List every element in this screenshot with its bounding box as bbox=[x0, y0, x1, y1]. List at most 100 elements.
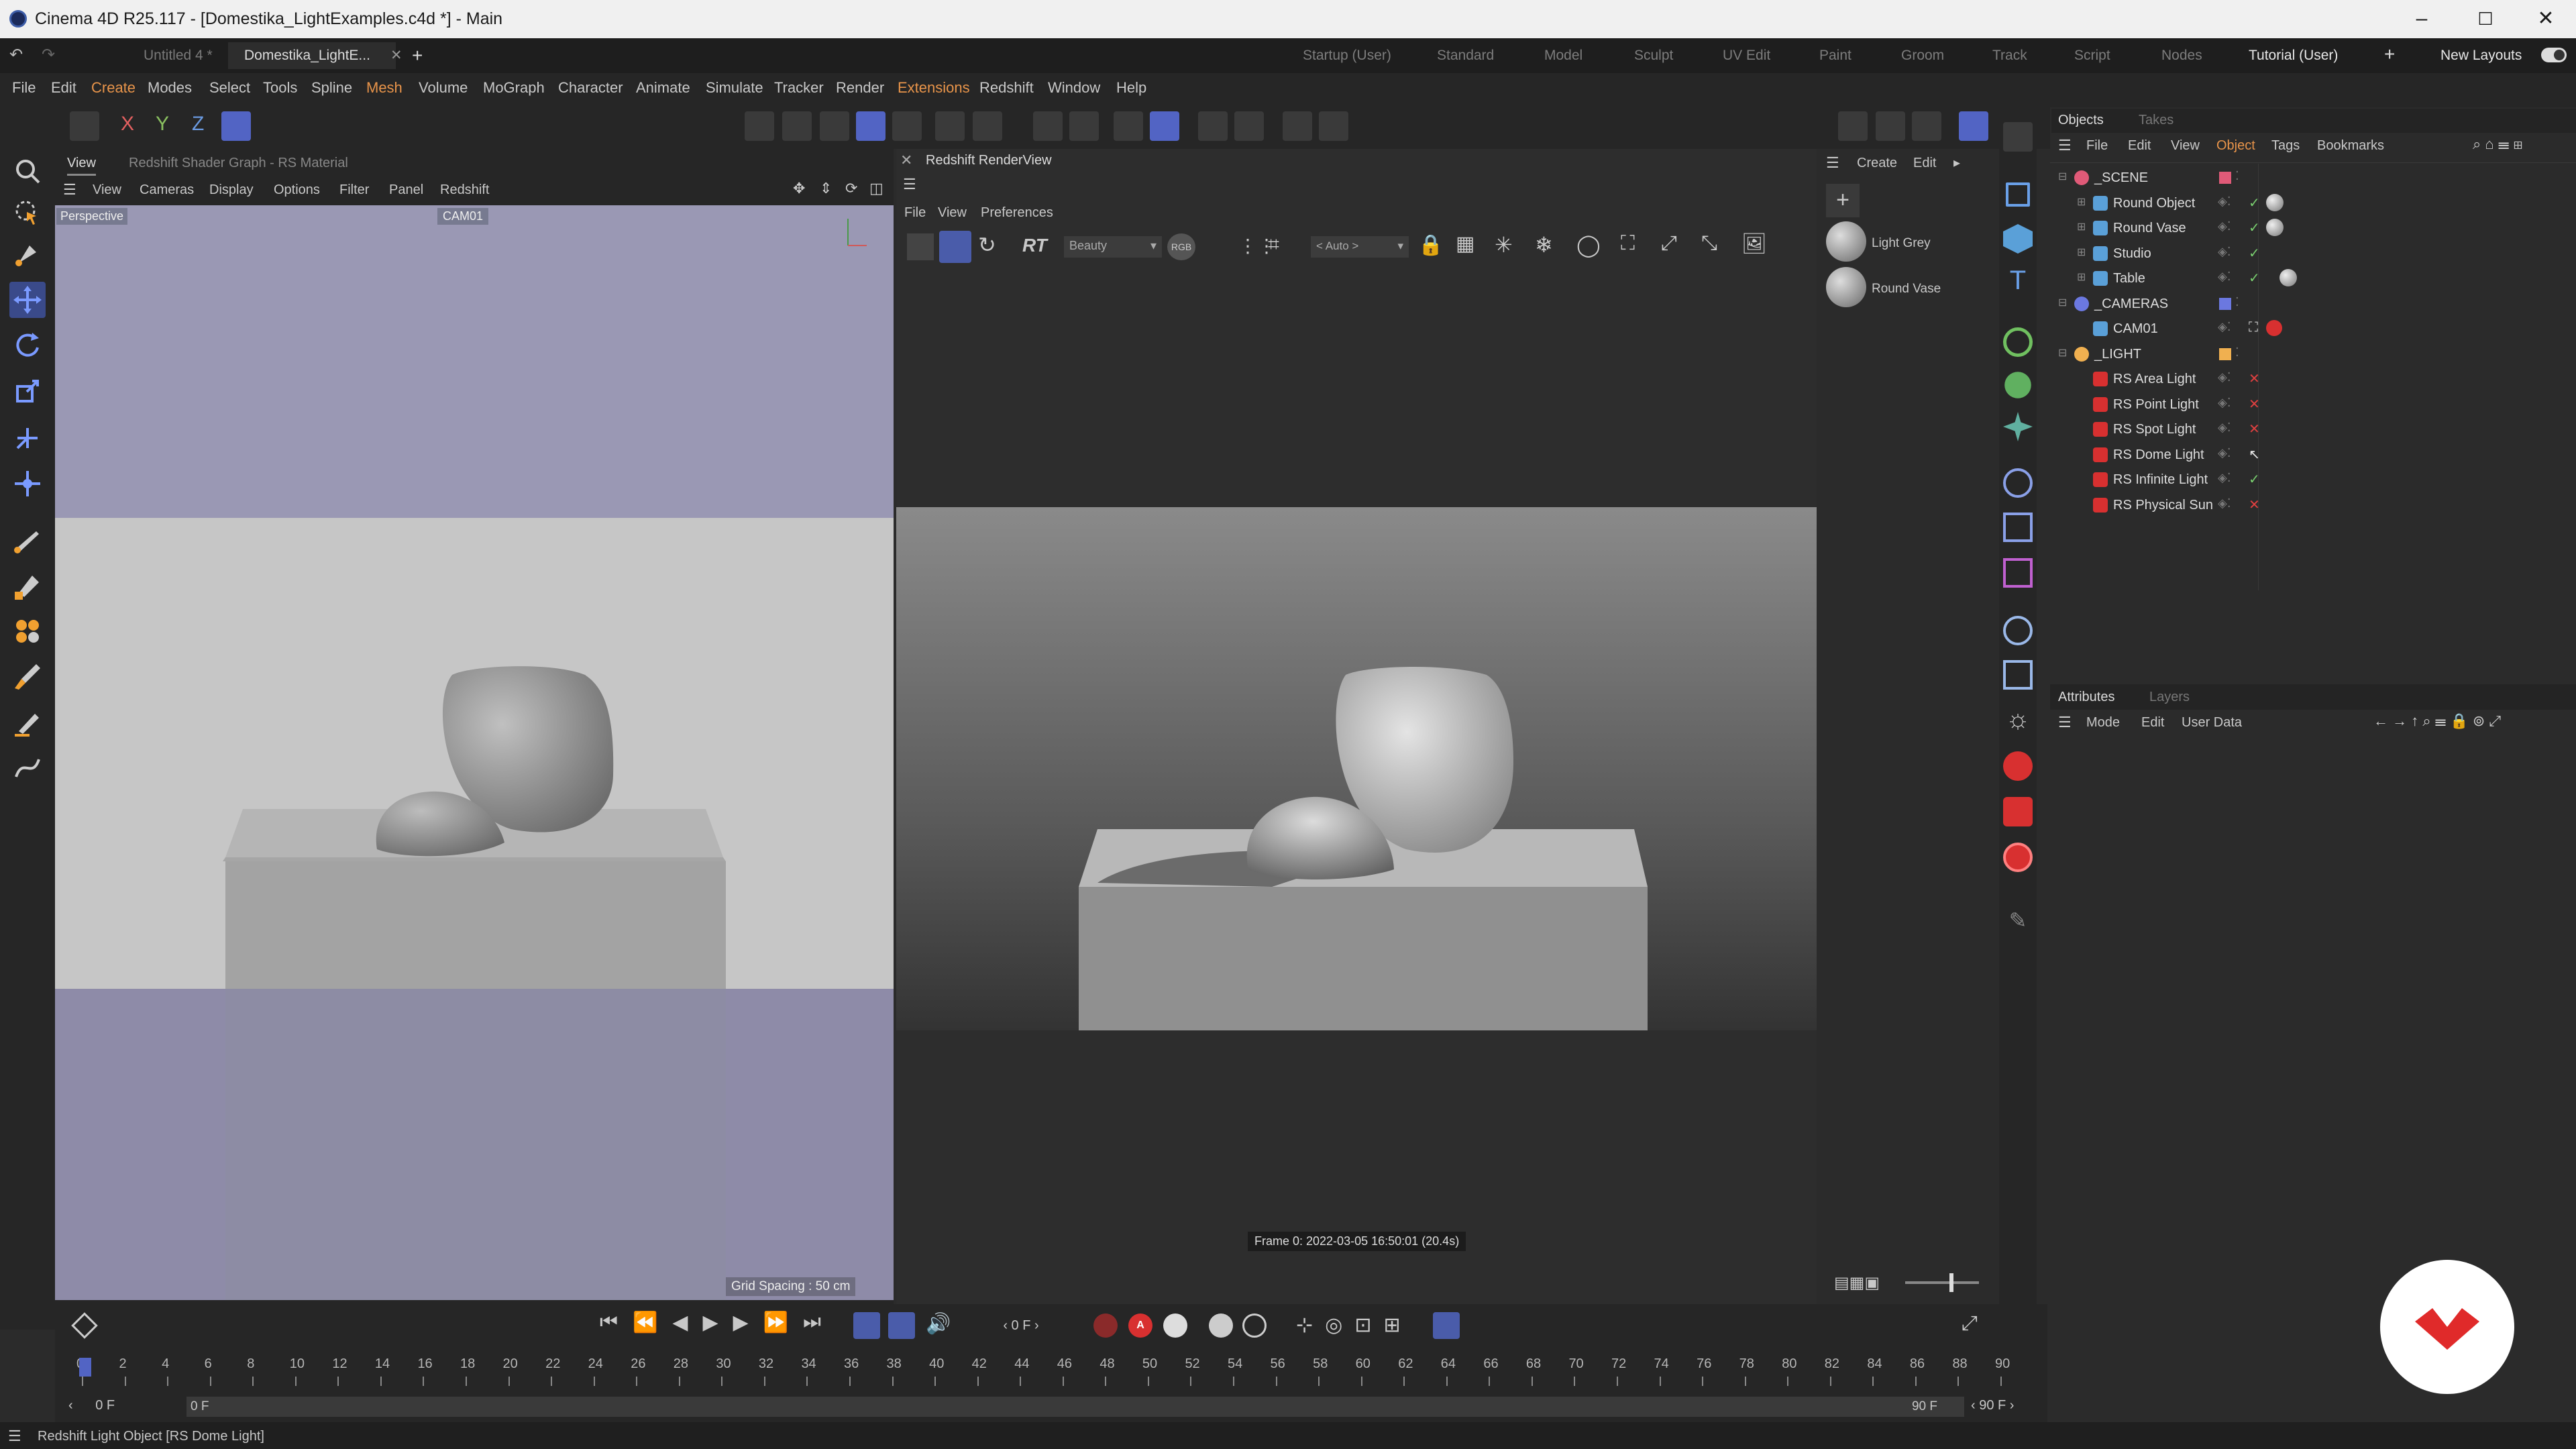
menu-edit[interactable]: Edit bbox=[51, 79, 76, 97]
menu-render[interactable]: Render bbox=[836, 79, 884, 97]
enabled-check-icon[interactable]: ✓ bbox=[2249, 245, 2260, 262]
close-tab-icon[interactable]: ✕ bbox=[390, 48, 402, 63]
visibility-dots-icon[interactable]: ◈⁚ bbox=[2218, 471, 2231, 485]
field-icon[interactable] bbox=[2003, 513, 2033, 542]
object-name[interactable]: _LIGHT bbox=[2094, 347, 2141, 362]
object-row[interactable]: ⊟ _SCENE ⁚ bbox=[2050, 165, 2576, 190]
axis-z-lock[interactable]: Z bbox=[192, 113, 204, 136]
material-light-grey-swatch[interactable] bbox=[1826, 221, 1866, 262]
visibility-dots-icon[interactable]: ◈⁚ bbox=[2218, 396, 2231, 410]
prev-key-icon[interactable]: ⏪ bbox=[633, 1311, 657, 1334]
material-light-grey-label[interactable]: Light Grey bbox=[1872, 236, 1931, 251]
material-menu-create[interactable]: Create bbox=[1857, 156, 1897, 171]
expand-toggle-icon[interactable]: ⊞ bbox=[2077, 220, 2086, 233]
mouse-cursor-icon[interactable]: ↖ bbox=[2249, 446, 2260, 463]
renderview-menu-preferences[interactable]: Preferences bbox=[981, 205, 1053, 221]
search-icon[interactable] bbox=[9, 153, 46, 189]
camera-icon[interactable] bbox=[2003, 660, 2033, 690]
object-menu-edit[interactable]: Edit bbox=[2128, 138, 2151, 154]
attribute-menu-mode[interactable]: Mode bbox=[2086, 715, 2120, 731]
visibility-dots-icon[interactable]: ◈⁚ bbox=[2218, 245, 2231, 259]
object-name[interactable]: Studio bbox=[2113, 246, 2151, 262]
model-mode-icon[interactable] bbox=[70, 111, 99, 141]
viewport-menu-icon[interactable]: ☰ bbox=[63, 181, 76, 199]
start-render-icon[interactable] bbox=[939, 231, 971, 263]
brush-tool-icon[interactable] bbox=[9, 659, 46, 695]
maximize-button[interactable]: ☐ bbox=[2472, 5, 2499, 32]
menu-simulate[interactable]: Simulate bbox=[706, 79, 763, 97]
layout-groom[interactable]: Groom bbox=[1901, 48, 1944, 64]
list-view-icon[interactable]: ▤▦▣ bbox=[1834, 1273, 1880, 1293]
auto-icon[interactable] bbox=[1319, 111, 1348, 141]
solo-icon[interactable] bbox=[1198, 111, 1228, 141]
visibility-dots-icon[interactable]: ⁚ bbox=[2235, 345, 2239, 360]
layout-tutorial[interactable]: Tutorial (User) bbox=[2249, 48, 2338, 64]
object-search-icon[interactable]: ⌕ ⌂ ☰ ⊞ bbox=[2473, 136, 2522, 153]
object-name[interactable]: RS Area Light bbox=[2113, 372, 2196, 387]
menu-animate[interactable]: Animate bbox=[636, 79, 690, 97]
axis-mode-icon[interactable] bbox=[935, 111, 965, 141]
layout-sculpt[interactable]: Sculpt bbox=[1634, 48, 1673, 64]
keyframe-selection-icon[interactable] bbox=[1163, 1313, 1187, 1338]
environment-icon[interactable] bbox=[2003, 616, 2033, 645]
record-icon[interactable] bbox=[1093, 1313, 1118, 1338]
viewport-menu-filter[interactable]: Filter bbox=[339, 182, 369, 198]
viewport-menu-options[interactable]: Options bbox=[274, 182, 320, 198]
undo-icon[interactable]: ↶ bbox=[9, 45, 23, 64]
menu-tracker[interactable]: Tracker bbox=[774, 79, 824, 97]
material-round-vase-label[interactable]: Round Vase bbox=[1872, 282, 1941, 297]
snap-icon[interactable] bbox=[1033, 111, 1063, 141]
enabled-check-icon[interactable]: ✓ bbox=[2249, 195, 2260, 211]
timeline-expand-icon[interactable]: ⤢ bbox=[1962, 1312, 1978, 1335]
coordinate-system-icon[interactable] bbox=[221, 111, 251, 141]
object-name[interactable]: RS Dome Light bbox=[2113, 447, 2204, 463]
object-row[interactable]: ⊞ Studio ◈⁚ ✓ bbox=[2050, 241, 2576, 266]
redshift-camera-icon[interactable] bbox=[2003, 797, 2033, 826]
layer-color-swatch[interactable] bbox=[2219, 172, 2231, 184]
current-frame-field[interactable]: ‹ 0 F › bbox=[974, 1313, 1068, 1338]
sound-wave-icon[interactable] bbox=[888, 1312, 915, 1339]
range-end-field[interactable]: ‹ 90 F › bbox=[1971, 1398, 2014, 1413]
zoom-slider[interactable] bbox=[1905, 1273, 1979, 1292]
object-name[interactable]: RS Point Light bbox=[2113, 397, 2199, 413]
material-menu-edit[interactable]: Edit bbox=[1913, 156, 1936, 171]
fullscreen-icon[interactable]: ⤢ bbox=[1661, 232, 1677, 255]
rt-toggle[interactable]: RT bbox=[1022, 235, 1047, 256]
select-tool-icon[interactable] bbox=[9, 195, 46, 231]
snap-settings-icon[interactable] bbox=[1069, 111, 1099, 141]
move-view-icon[interactable]: ⇕ bbox=[820, 180, 832, 197]
loop-icon[interactable] bbox=[853, 1312, 880, 1339]
object-name[interactable]: RS Physical Sun bbox=[2113, 498, 2213, 513]
object-row[interactable]: RS Area Light ◈⁚ ✕ bbox=[2050, 366, 2576, 391]
object-row[interactable]: ⊞ Round Vase ◈⁚ ✓ bbox=[2050, 215, 2576, 240]
object-row[interactable]: RS Point Light ◈⁚ ✕ bbox=[2050, 392, 2576, 417]
viewport-menu-cameras[interactable]: Cameras bbox=[140, 182, 194, 198]
object-row[interactable]: RS Dome Light ◈⁚ ↖ bbox=[2050, 442, 2576, 467]
points-mode-icon[interactable] bbox=[745, 111, 774, 141]
attribute-menu-icon[interactable]: ☰ bbox=[2058, 714, 2072, 731]
render-view-icon[interactable] bbox=[1838, 111, 1868, 141]
layout-standard[interactable]: Standard bbox=[1437, 48, 1494, 64]
tab-takes[interactable]: Takes bbox=[2139, 113, 2174, 128]
color-channel-button[interactable]: RGB bbox=[1167, 233, 1195, 260]
viewport-canvas[interactable]: Perspective CAM01 Grid Spacing : 50 cm bbox=[55, 205, 894, 1300]
sculpt-tool-icon[interactable] bbox=[9, 704, 46, 741]
visibility-dots-icon[interactable]: ⁚ bbox=[2235, 169, 2239, 183]
visibility-dots-icon[interactable]: ◈⁚ bbox=[2218, 195, 2231, 209]
motion-record-icon[interactable] bbox=[1209, 1313, 1233, 1338]
menu-mesh[interactable]: Mesh bbox=[366, 79, 402, 97]
goto-start-icon[interactable]: ⏮ bbox=[600, 1311, 618, 1334]
disabled-x-icon[interactable]: ✕ bbox=[2249, 370, 2260, 387]
next-key-icon[interactable]: ⏩ bbox=[763, 1311, 788, 1334]
camera-target-icon[interactable]: ⛶ bbox=[2249, 320, 2258, 335]
range-start-field[interactable]: ‹ 0 F bbox=[68, 1398, 115, 1413]
layout-track[interactable]: Track bbox=[1992, 48, 2027, 64]
move-tool-icon[interactable] bbox=[9, 282, 46, 318]
transform-tool-icon[interactable] bbox=[9, 420, 46, 456]
object-name[interactable]: CAM01 bbox=[2113, 321, 2158, 337]
attribute-menu-user-data[interactable]: User Data bbox=[2182, 715, 2242, 731]
object-name[interactable]: RS Infinite Light bbox=[2113, 472, 2208, 488]
region-icon[interactable]: ▦ bbox=[1456, 232, 1474, 256]
material-tag-icon[interactable] bbox=[2266, 219, 2284, 236]
expand-toggle-icon[interactable]: ⊟ bbox=[2058, 296, 2067, 309]
